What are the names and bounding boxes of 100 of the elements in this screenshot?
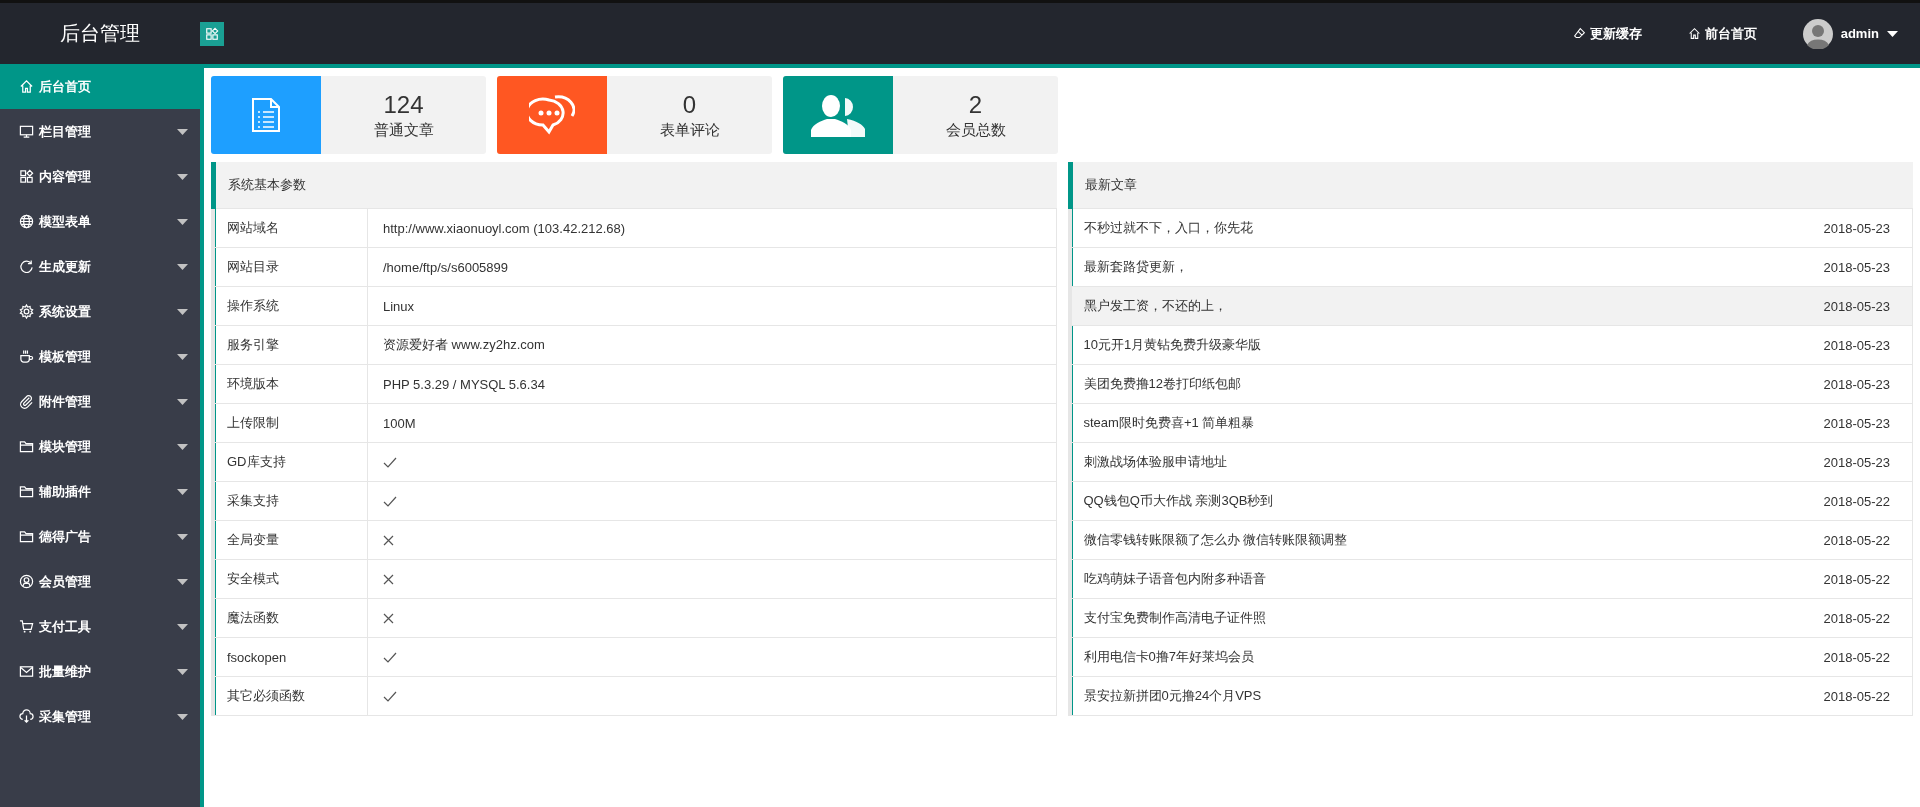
caret-icon [177, 128, 188, 135]
users-icon [811, 93, 865, 137]
username[interactable]: admin [1840, 26, 1879, 41]
header-link[interactable]: 前台首页 [1687, 24, 1757, 43]
sidebar-item[interactable]: 生成更新 [0, 244, 200, 289]
sidebar-item[interactable]: 批量维护 [0, 649, 200, 694]
app-title: 后台管理 [59, 21, 141, 46]
caret-icon [177, 173, 188, 180]
table-cell: 全局变量 [227, 531, 279, 549]
sidebar-item[interactable]: 模型表单 [0, 199, 200, 244]
article-row[interactable]: 吃鸡萌妹子语音包内附多种语音 2018-05-22 [1071, 560, 1912, 599]
article-title[interactable]: 黑户发工资，不还的上， [1083, 297, 1227, 315]
table-cell: 采集支持 [227, 492, 279, 510]
table-cell: 100M [383, 415, 416, 431]
stat-label: 表单评论 [659, 120, 720, 140]
caret-icon [177, 578, 188, 585]
article-date: 2018-05-23 [1823, 337, 1890, 353]
article-title[interactable]: 利用电信卡0撸7年好莱坞会员 [1083, 648, 1254, 666]
stat-count: 2 [968, 90, 983, 119]
table-cell: http://www.xiaonuoyl.com (103.42.212.68) [383, 220, 626, 236]
article-title[interactable]: 最新套路贷更新， [1083, 258, 1188, 276]
caret-icon [177, 308, 188, 315]
sidebar-item[interactable]: 系统设置 [0, 289, 200, 334]
stat-count: 0 [682, 90, 697, 119]
chat-icon [529, 94, 575, 136]
sidebar-item[interactable]: 辅助插件 [0, 469, 200, 514]
caret-icon [177, 218, 188, 225]
table-cell: 网站目录 [227, 258, 279, 276]
article-row[interactable]: 10元开1月黄钻免费升级豪华版 2018-05-23 [1071, 326, 1912, 365]
menu-toggle-button[interactable] [200, 21, 224, 46]
article-title[interactable]: QQ钱包Q币大作战 亲测3QB秒到 [1083, 492, 1274, 510]
article-date: 2018-05-22 [1823, 610, 1890, 626]
article-date: 2018-05-22 [1823, 649, 1890, 665]
avatar[interactable] [1802, 18, 1833, 49]
article-row[interactable]: 支付宝免费制作高清电子证件照 2018-05-22 [1071, 599, 1912, 638]
paperclip-icon [19, 394, 34, 409]
table-cell: fsockopen [227, 649, 287, 665]
panel-header: 最新文章 [1072, 162, 1913, 209]
caret-icon [177, 263, 188, 270]
sidebar-item[interactable]: 支付工具 [0, 604, 200, 649]
sidebar-item[interactable]: 附件管理 [0, 379, 200, 424]
article-date: 2018-05-23 [1823, 454, 1890, 470]
table-cell: /home/ftp/s/s6005899 [383, 259, 509, 275]
article-row[interactable]: 微信零钱转账限额了怎么办 微信转账限额调整 2018-05-22 [1071, 521, 1912, 560]
sidebar-item[interactable]: 栏目管理 [0, 109, 200, 154]
article-date: 2018-05-23 [1823, 220, 1890, 236]
sidebar-item[interactable]: 模块管理 [0, 424, 200, 469]
article-row[interactable]: 不秒过就不下，入口，你先花 2018-05-23 [1071, 209, 1912, 248]
article-row[interactable]: 美团免费撸12卷打印纸包邮 2018-05-23 [1071, 365, 1912, 404]
article-title[interactable]: 支付宝免费制作高清电子证件照 [1083, 609, 1266, 627]
article-date: 2018-05-23 [1823, 415, 1890, 431]
home-icon [19, 79, 34, 94]
article-row[interactable]: 黑户发工资，不还的上， 2018-05-23 [1071, 287, 1912, 326]
article-title[interactable]: 不秒过就不下，入口，你先花 [1083, 219, 1253, 237]
article-date: 2018-05-22 [1823, 688, 1890, 704]
settings-icon [19, 304, 34, 319]
table-cell: Linux [383, 298, 415, 314]
sidebar-item[interactable]: 内容管理 [0, 154, 200, 199]
header-link[interactable]: 更新缓存 [1572, 24, 1642, 43]
sidebar-item[interactable]: 模板管理 [0, 334, 200, 379]
caret-icon[interactable] [1887, 30, 1898, 37]
table-cell: 资源爱好者 www.zy2hz.com [383, 336, 545, 354]
article-title[interactable]: steam限时免费喜+1 简单粗暴 [1083, 414, 1255, 432]
eraser-icon [1572, 27, 1586, 40]
article-title[interactable]: 景安拉新拼团0元撸24个月VPS [1083, 687, 1262, 705]
folder-icon [19, 439, 34, 454]
article-title[interactable]: 刺激战场体验服申请地址 [1083, 453, 1227, 471]
table-cell: 网站域名 [227, 219, 279, 237]
article-title[interactable]: 美团免费撸12卷打印纸包邮 [1083, 375, 1241, 393]
table-cell: 服务引擎 [227, 336, 279, 354]
sidebar-item[interactable]: 会员管理 [0, 559, 200, 604]
table-cell: 操作系统 [227, 297, 279, 315]
article-date: 2018-05-22 [1823, 571, 1890, 587]
cup-icon [19, 349, 34, 364]
sidebar-item[interactable]: 采集管理 [0, 694, 200, 739]
caret-icon [177, 488, 188, 495]
monitor-icon [19, 124, 34, 139]
stat-label: 会员总数 [945, 120, 1006, 140]
article-row[interactable]: QQ钱包Q币大作战 亲测3QB秒到 2018-05-22 [1071, 482, 1912, 521]
caret-icon [177, 443, 188, 450]
table-cell: 安全模式 [227, 570, 279, 588]
article-row[interactable]: 刺激战场体验服申请地址 2018-05-23 [1071, 443, 1912, 482]
stat-label: 普通文章 [373, 120, 434, 140]
folder-icon [19, 484, 34, 499]
table-cell: GD库支持 [227, 453, 286, 471]
article-title[interactable]: 微信零钱转账限额了怎么办 微信转账限额调整 [1083, 531, 1348, 549]
document-icon [251, 97, 281, 133]
cart-icon [19, 619, 34, 634]
envelope-icon [19, 664, 34, 679]
cloud-icon [19, 709, 34, 724]
article-title[interactable]: 10元开1月黄钻免费升级豪华版 [1083, 336, 1262, 354]
article-date: 2018-05-23 [1823, 259, 1890, 275]
article-title[interactable]: 吃鸡萌妹子语音包内附多种语音 [1083, 570, 1266, 588]
article-row[interactable]: 利用电信卡0撸7年好莱坞会员 2018-05-22 [1071, 638, 1912, 677]
sidebar-item[interactable]: 德得广告 [0, 514, 200, 559]
article-row[interactable]: steam限时免费喜+1 简单粗暴 2018-05-23 [1071, 404, 1912, 443]
refresh-icon [19, 259, 34, 274]
caret-icon [177, 398, 188, 405]
article-row[interactable]: 景安拉新拼团0元撸24个月VPS 2018-05-22 [1071, 677, 1912, 716]
sidebar-item[interactable]: 后台首页 [0, 64, 200, 109]
